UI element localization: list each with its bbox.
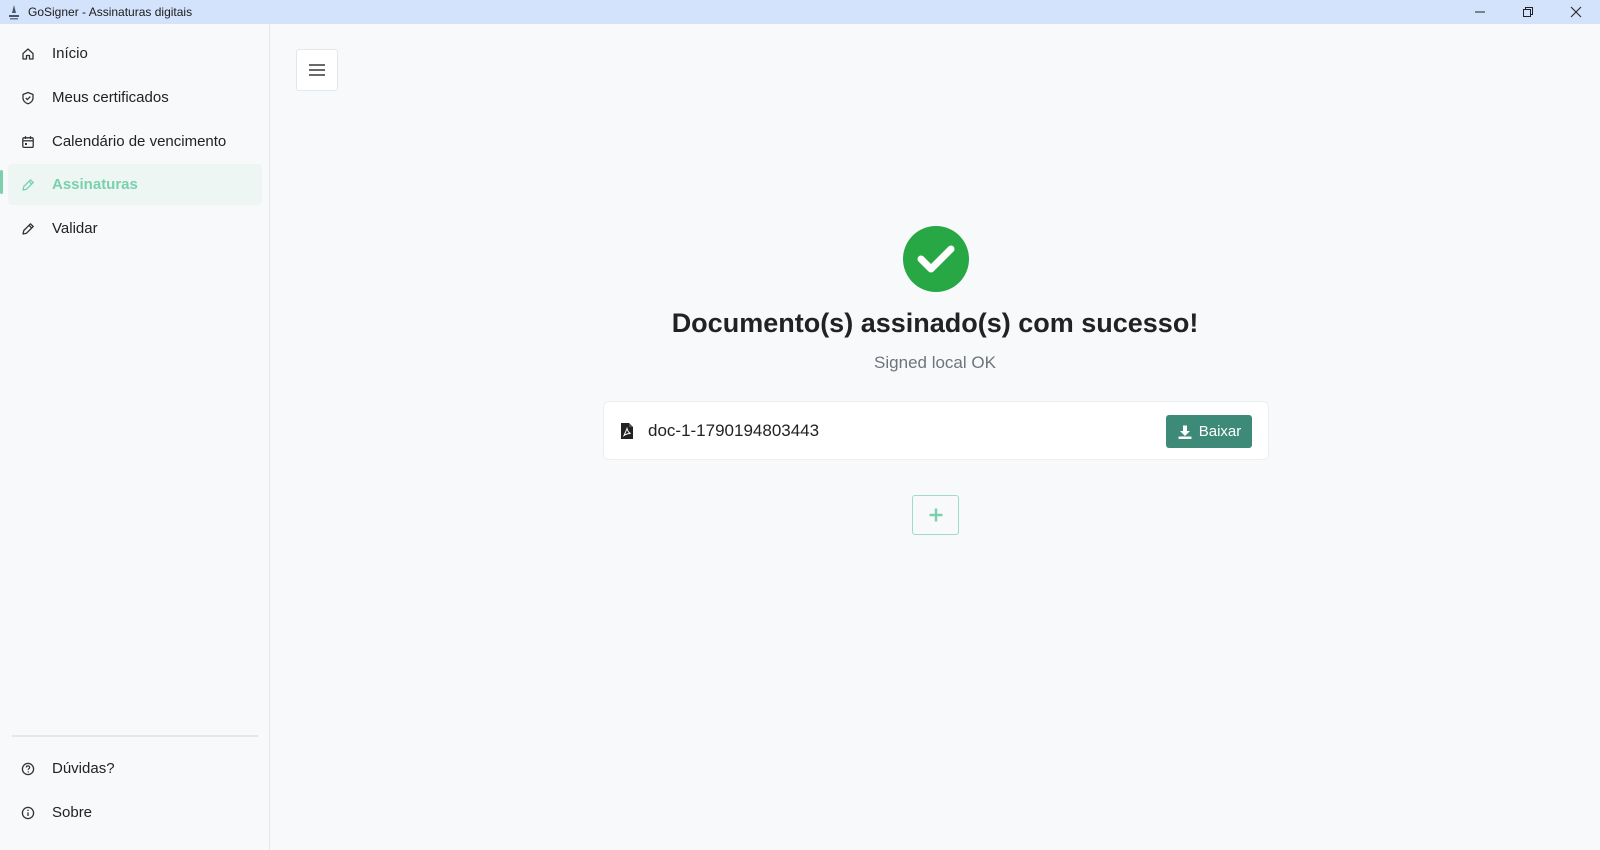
download-button-label: Baixar <box>1198 423 1242 440</box>
sidebar-item-validar[interactable]: Validar <box>8 208 262 249</box>
document-name: doc-1-1790194803443 <box>648 420 820 440</box>
sidebar-item-duvidas[interactable]: Dúvidas? <box>8 748 262 789</box>
sidebar-item-calendario[interactable]: Calendário de vencimento <box>8 121 262 162</box>
menu-toggle-button[interactable] <box>296 49 338 91</box>
sidebar-item-label: Sobre <box>52 804 93 821</box>
close-button[interactable] <box>1552 0 1600 24</box>
sidebar-item-label: Assinaturas <box>52 176 138 193</box>
title-bar: GoSigner - Assinaturas digitais <box>0 0 1600 24</box>
calendar-icon <box>20 134 36 150</box>
download-button[interactable]: Baixar <box>1166 415 1252 448</box>
home-icon <box>20 46 36 62</box>
add-document-button[interactable] <box>912 495 959 535</box>
sidebar-item-meus-certificados[interactable]: Meus certificados <box>8 77 262 118</box>
success-subtitle: Signed local OK <box>874 353 996 372</box>
pdf-file-icon <box>620 422 636 440</box>
info-circle-icon <box>20 805 36 821</box>
gosigner-logo-icon <box>6 4 22 20</box>
minimize-icon <box>1475 11 1485 13</box>
check-circle-icon <box>903 226 969 292</box>
plus-icon <box>929 508 942 522</box>
sidebar-item-label: Dúvidas? <box>52 760 115 777</box>
sidebar-item-assinaturas[interactable]: Assinaturas <box>8 164 262 205</box>
window-title: GoSigner - Assinaturas digitais <box>28 5 193 19</box>
sidebar-item-label: Calendário de vencimento <box>52 133 227 150</box>
sidebar-item-label: Validar <box>52 220 98 237</box>
close-icon <box>1570 6 1582 18</box>
document-card: doc-1-1790194803443 Baixar <box>603 401 1269 460</box>
help-circle-icon <box>20 761 36 777</box>
active-indicator <box>0 170 3 194</box>
shield-check-icon <box>20 90 36 106</box>
download-icon <box>1177 424 1193 440</box>
sidebar-divider <box>12 735 258 737</box>
sidebar-item-label: Início <box>52 45 88 62</box>
sidebar-item-sobre[interactable]: Sobre <box>8 792 262 833</box>
window-controls <box>1456 0 1600 24</box>
pen-icon <box>20 221 36 237</box>
sidebar-item-inicio[interactable]: Início <box>8 33 262 74</box>
restore-icon <box>1523 7 1533 17</box>
minimize-button[interactable] <box>1456 0 1504 24</box>
sidebar: Início Meus certificados Calendário de v… <box>0 24 270 850</box>
pen-icon <box>20 177 36 193</box>
hamburger-icon <box>309 64 325 76</box>
restore-button[interactable] <box>1504 0 1552 24</box>
sidebar-item-label: Meus certificados <box>52 89 169 106</box>
success-title: Documento(s) assinado(s) com sucesso! <box>671 308 1199 338</box>
